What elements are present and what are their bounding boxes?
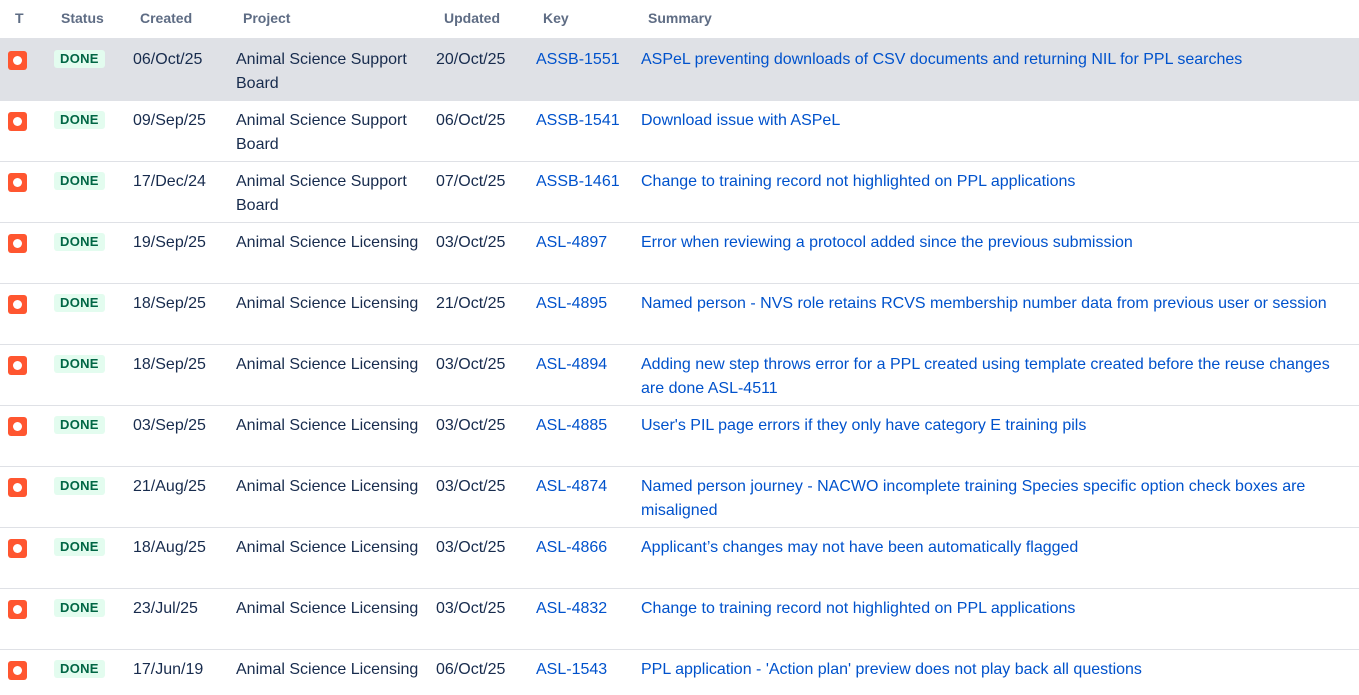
updated-date: 03/Oct/25 — [436, 417, 506, 434]
bug-icon[interactable] — [8, 51, 27, 70]
updated-date: 03/Oct/25 — [436, 478, 506, 495]
status-badge: DONE — [54, 538, 105, 556]
updated-date: 03/Oct/25 — [436, 356, 506, 373]
project-name: Animal Science Licensing — [236, 539, 419, 556]
table-header: T Status Created Project Updated Key Sum… — [0, 0, 1359, 40]
table-row[interactable]: DONE 18/Sep/25 Animal Science Licensing 03/… — [0, 345, 1359, 406]
column-header-project[interactable]: Project — [243, 10, 290, 26]
updated-date: 03/Oct/25 — [436, 234, 506, 251]
updated-date: 20/Oct/25 — [436, 51, 506, 68]
created-date: 23/Jul/25 — [133, 600, 198, 617]
updated-date: 03/Oct/25 — [436, 539, 506, 556]
created-date: 18/Aug/25 — [133, 539, 206, 556]
project-name: Animal Science Licensing — [236, 417, 419, 434]
issue-summary-link[interactable]: Change to training record not highlighte… — [641, 597, 1355, 621]
table-body: DONE 06/Oct/25 Animal Science Support Boar… — [0, 40, 1359, 695]
status-badge: DONE — [54, 50, 105, 68]
status-badge: DONE — [54, 355, 105, 373]
table-row[interactable]: DONE 18/Sep/25 Animal Science Licensing 21/… — [0, 284, 1359, 345]
bug-icon[interactable] — [8, 600, 27, 619]
status-badge: DONE — [54, 416, 105, 434]
updated-date: 03/Oct/25 — [436, 600, 506, 617]
created-date: 19/Sep/25 — [133, 234, 206, 251]
created-date: 18/Sep/25 — [133, 295, 206, 312]
status-badge: DONE — [54, 294, 105, 312]
updated-date: 06/Oct/25 — [436, 661, 506, 678]
bug-icon[interactable] — [8, 295, 27, 314]
table-row[interactable]: DONE 03/Sep/25 Animal Science Licensing 03/… — [0, 406, 1359, 467]
project-name: Animal Science Licensing — [236, 234, 419, 251]
column-header-created[interactable]: Created — [140, 10, 192, 26]
issue-summary-link[interactable]: PPL application - 'Action plan' preview … — [641, 658, 1355, 682]
project-name: Animal Science Licensing — [236, 661, 419, 678]
project-name: Animal Science Licensing — [236, 295, 419, 312]
updated-date: 06/Oct/25 — [436, 112, 506, 129]
status-badge: DONE — [54, 233, 105, 251]
status-badge: DONE — [54, 660, 105, 678]
issue-key-link[interactable]: ASSB-1551 — [536, 48, 620, 72]
bug-icon[interactable] — [8, 661, 27, 680]
created-date: 18/Sep/25 — [133, 356, 206, 373]
issue-summary-link[interactable]: ASPeL preventing downloads of CSV docume… — [641, 48, 1355, 72]
column-header-updated[interactable]: Updated — [444, 10, 500, 26]
issue-table: T Status Created Project Updated Key Sum… — [0, 0, 1359, 695]
bug-icon[interactable] — [8, 539, 27, 558]
issue-key-link[interactable]: ASL-4894 — [536, 353, 607, 377]
issue-summary-link[interactable]: Applicant’s changes may not have been au… — [641, 536, 1355, 560]
project-name: Animal Science Support Board — [236, 112, 407, 153]
bug-icon[interactable] — [8, 417, 27, 436]
issue-summary-link[interactable]: User's PIL page errors if they only have… — [641, 414, 1355, 438]
issue-key-link[interactable]: ASL-1543 — [536, 658, 607, 682]
column-header-summary[interactable]: Summary — [648, 10, 712, 26]
status-badge: DONE — [54, 111, 105, 129]
bug-icon[interactable] — [8, 112, 27, 131]
updated-date: 07/Oct/25 — [436, 173, 506, 190]
issue-key-link[interactable]: ASL-4866 — [536, 536, 607, 560]
issue-summary-link[interactable]: Change to training record not highlighte… — [641, 170, 1355, 194]
issue-key-link[interactable]: ASSB-1461 — [536, 170, 620, 194]
table-row[interactable]: DONE 23/Jul/25 Animal Science Licensing 03/… — [0, 589, 1359, 650]
project-name: Animal Science Licensing — [236, 478, 419, 495]
table-row[interactable]: DONE 17/Jun/19 Animal Science Licensing 06/… — [0, 650, 1359, 695]
created-date: 17/Dec/24 — [133, 173, 206, 190]
bug-icon[interactable] — [8, 356, 27, 375]
project-name: Animal Science Support Board — [236, 51, 407, 92]
created-date: 06/Oct/25 — [133, 51, 203, 68]
updated-date: 21/Oct/25 — [436, 295, 506, 312]
table-row[interactable]: DONE 19/Sep/25 Animal Science Licensing 03/… — [0, 223, 1359, 284]
table-row[interactable]: DONE 09/Sep/25 Animal Science Support Boar… — [0, 101, 1359, 162]
created-date: 09/Sep/25 — [133, 112, 206, 129]
status-badge: DONE — [54, 477, 105, 495]
project-name: Animal Science Support Board — [236, 173, 407, 214]
project-name: Animal Science Licensing — [236, 600, 419, 617]
issue-key-link[interactable]: ASL-4885 — [536, 414, 607, 438]
issue-summary-link[interactable]: Download issue with ASPeL — [641, 109, 1355, 133]
table-row[interactable]: DONE 21/Aug/25 Animal Science Licensing 03/… — [0, 467, 1359, 528]
issue-summary-link[interactable]: Named person - NVS role retains RCVS mem… — [641, 292, 1355, 316]
issue-key-link[interactable]: ASL-4897 — [536, 231, 607, 255]
column-header-status[interactable]: Status — [61, 10, 104, 26]
issue-key-link[interactable]: ASL-4874 — [536, 475, 607, 499]
created-date: 03/Sep/25 — [133, 417, 206, 434]
table-row[interactable]: DONE 17/Dec/24 Animal Science Support Boar… — [0, 162, 1359, 223]
table-row[interactable]: DONE 06/Oct/25 Animal Science Support Boar… — [0, 40, 1359, 101]
issue-summary-link[interactable]: Named person journey - NACWO incomplete … — [641, 475, 1355, 523]
issue-key-link[interactable]: ASL-4895 — [536, 292, 607, 316]
status-badge: DONE — [54, 172, 105, 190]
status-badge: DONE — [54, 599, 105, 617]
issue-key-link[interactable]: ASSB-1541 — [536, 109, 620, 133]
issue-summary-link[interactable]: Adding new step throws error for a PPL c… — [641, 353, 1355, 401]
table-row[interactable]: DONE 18/Aug/25 Animal Science Licensing 03/… — [0, 528, 1359, 589]
column-header-type[interactable]: T — [15, 10, 24, 26]
issue-key-link[interactable]: ASL-4832 — [536, 597, 607, 621]
bug-icon[interactable] — [8, 173, 27, 192]
created-date: 17/Jun/19 — [133, 661, 204, 678]
created-date: 21/Aug/25 — [133, 478, 206, 495]
project-name: Animal Science Licensing — [236, 356, 419, 373]
column-header-key[interactable]: Key — [543, 10, 569, 26]
bug-icon[interactable] — [8, 234, 27, 253]
bug-icon[interactable] — [8, 478, 27, 497]
issue-summary-link[interactable]: Error when reviewing a protocol added si… — [641, 231, 1355, 255]
